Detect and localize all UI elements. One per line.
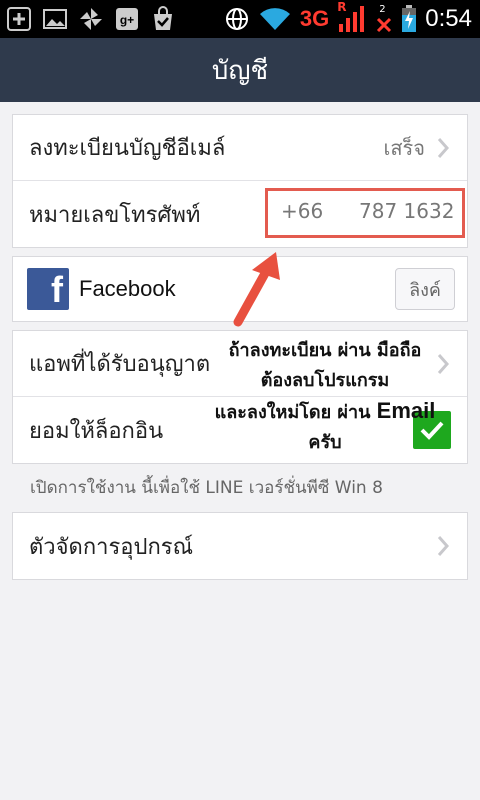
image-icon (43, 9, 67, 29)
annotation-email-word: Email (376, 398, 436, 423)
pinwheel-icon (80, 8, 102, 30)
email-registration-row[interactable]: ลงทะเบียนบัญชีอีเมล์ เสร็จ (13, 115, 467, 181)
wifi-icon (259, 8, 290, 30)
missed-call-count: 2 (379, 4, 386, 15)
email-registration-label: ลงทะเบียนบัญชีอีเมล์ (29, 136, 226, 161)
phone-country-code: +66 (281, 199, 324, 223)
chevron-right-icon (437, 137, 450, 158)
annotation-line-3-prefix: และลงใหม่โดย ผ่าน (214, 402, 377, 423)
add-icon (7, 7, 31, 31)
allow-login-label: ยอมให้ล็อกอิน (29, 418, 164, 444)
annotation-arrow-icon (233, 252, 280, 327)
annotation-line-1: ถ้าลงทะเบียน ผ่าน มือถือ (228, 340, 422, 361)
notification-icons: g+ (6, 6, 176, 32)
facebook-logo-icon: f (27, 268, 69, 310)
annotation-line-3: และลงใหม่โดย ผ่าน Email (190, 396, 460, 428)
phone-number-row[interactable]: หมายเลขโทรศัพท์ +66 787 1632 (13, 181, 467, 247)
battery-icon (402, 5, 417, 32)
account-card: ลงทะเบียนบัญชีอีเมล์ เสร็จ หมายเลขโทรศัพ… (12, 114, 468, 248)
email-registration-status: เสร็จ (383, 135, 425, 160)
system-icons: 3G R 2 0:54 (224, 0, 472, 36)
roaming-label: R (337, 0, 347, 14)
annotation-text: ถ้าลงทะเบียน ผ่าน มือถือ ต้องลบโปรแกรม แ… (190, 336, 460, 458)
google-plus-icon: g+ (116, 8, 138, 30)
status-clock: 0:54 (425, 5, 472, 32)
missed-call-icon: 2 (375, 4, 393, 34)
annotation-line-4: ครับ (308, 432, 342, 453)
svg-text:g+: g+ (120, 13, 134, 27)
network-type-label: 3G (299, 6, 330, 31)
authorized-apps-label: แอพที่ได้รับอนุญาต (29, 352, 211, 377)
phone-number-value: 787 1632 (359, 199, 455, 223)
facebook-label: Facebook (79, 276, 176, 301)
bag-check-icon (154, 6, 172, 30)
app-header: บัญชี (0, 38, 480, 102)
device-manager-chevron-group (435, 533, 451, 559)
signal-icon: R (337, 0, 367, 34)
phone-number-label: หมายเลขโทรศัพท์ (29, 202, 201, 228)
email-registration-status-group: เสร็จ (383, 132, 451, 164)
pc-login-note: เปิดการใช้งาน นี้เพื่อใช้ LINE เวอร์ชั่น… (30, 478, 383, 498)
annotation-line-2: ต้องลบโปรแกรม (260, 370, 390, 391)
page-title: บัญชี (211, 55, 269, 86)
chevron-right-icon (437, 536, 450, 556)
device-manager-label: ตัวจัดการอุปกรณ์ (29, 534, 194, 560)
device-card: ตัวจัดการอุปกรณ์ (12, 512, 468, 580)
facebook-link-button[interactable]: ลิงค์ (395, 268, 455, 310)
status-bar: g+ 3G R 2 0:54 (0, 0, 480, 38)
globe-icon (225, 8, 248, 30)
device-manager-row[interactable]: ตัวจัดการอุปกรณ์ (13, 513, 467, 579)
